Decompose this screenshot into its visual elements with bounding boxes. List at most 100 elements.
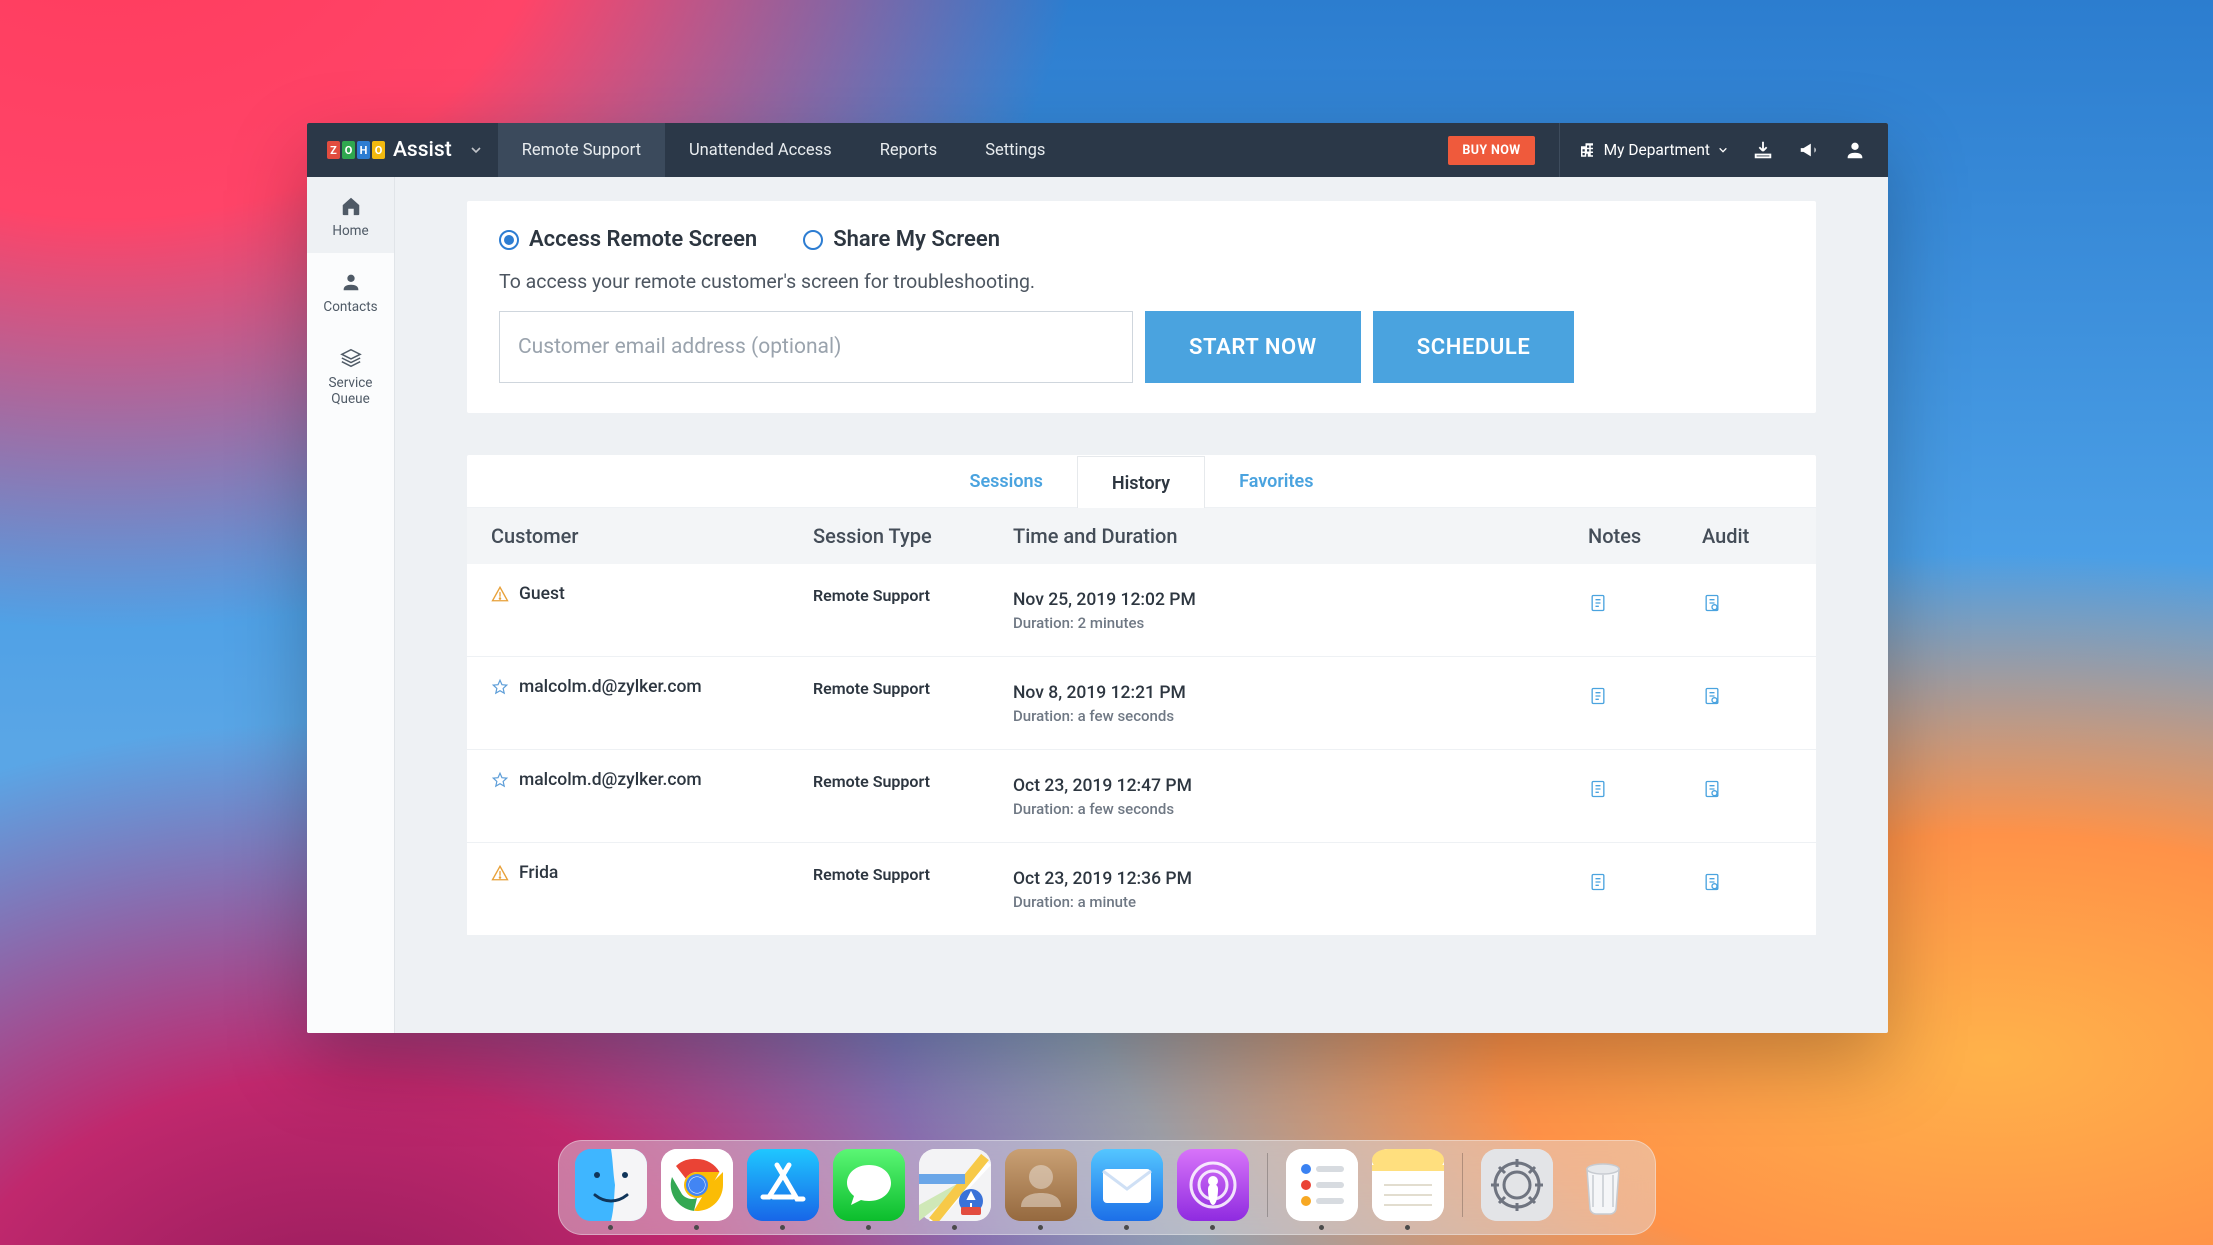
trash-icon <box>1567 1149 1639 1221</box>
topnav-right: BUY NOW My Department <box>1448 123 1888 177</box>
megaphone-icon[interactable] <box>1798 139 1820 161</box>
dock-app-maps[interactable] <box>919 1149 991 1230</box>
mode-radio-group: Access Remote Screen Share My Screen <box>499 227 1784 252</box>
tab-favorites[interactable]: Favorites <box>1205 455 1347 507</box>
main-content: Access Remote Screen Share My Screen To … <box>395 177 1888 1033</box>
customer-name: malcolm.d@zylker.com <box>519 677 702 697</box>
audit-cell <box>1702 584 1792 614</box>
audit-icon[interactable] <box>1702 778 1722 800</box>
access-card: Access Remote Screen Share My Screen To … <box>467 201 1816 413</box>
running-indicator <box>608 1225 613 1230</box>
contacts-icon <box>1005 1149 1077 1221</box>
dock-app-appstore[interactable] <box>747 1149 819 1230</box>
table-row[interactable]: malcolm.d@zylker.comRemote SupportOct 23… <box>467 750 1816 843</box>
customer-name: Frida <box>519 863 558 883</box>
col-notes: Notes <box>1588 524 1702 548</box>
app-window: Z O H O Assist Remote Support Unattended… <box>307 123 1888 1033</box>
audit-icon[interactable] <box>1702 592 1722 614</box>
sidebar-item-label: Home <box>332 223 368 239</box>
dock-app-trash[interactable] <box>1567 1149 1639 1230</box>
schedule-button[interactable]: SCHEDULE <box>1373 311 1575 383</box>
notes-icon[interactable] <box>1588 871 1608 893</box>
download-icon[interactable] <box>1752 139 1774 161</box>
notes-icon[interactable] <box>1588 592 1608 614</box>
radio-on-icon <box>499 230 519 250</box>
customer-name: Guest <box>519 584 565 604</box>
nav-tab-remote-support[interactable]: Remote Support <box>498 123 665 177</box>
appstore-icon <box>747 1149 819 1221</box>
dock-app-podcasts[interactable] <box>1177 1149 1249 1230</box>
finder-icon <box>575 1149 647 1221</box>
session-type-cell: Remote Support <box>813 770 1013 791</box>
session-time: Nov 8, 2019 12:21 PM <box>1013 683 1588 703</box>
stack-icon <box>340 347 362 369</box>
dock-app-finder[interactable] <box>575 1149 647 1230</box>
notes-icon[interactable] <box>1588 685 1608 707</box>
sidebar-item-contacts[interactable]: Contacts <box>307 253 394 329</box>
chrome-icon <box>661 1149 733 1221</box>
start-now-button[interactable]: START NOW <box>1145 311 1361 383</box>
macos-dock <box>558 1140 1656 1235</box>
dock-app-messages[interactable] <box>833 1149 905 1230</box>
department-selector[interactable]: My Department <box>1559 123 1728 177</box>
building-icon <box>1578 141 1596 159</box>
audit-cell <box>1702 863 1792 893</box>
audit-icon[interactable] <box>1702 871 1722 893</box>
radio-label: Share My Screen <box>833 227 1000 252</box>
mail-icon <box>1091 1149 1163 1221</box>
session-duration: Duration: a minute <box>1013 893 1588 911</box>
sidebar-item-home[interactable]: Home <box>307 177 394 253</box>
audit-cell <box>1702 770 1792 800</box>
tab-sessions[interactable]: Sessions <box>936 455 1077 507</box>
running-indicator <box>952 1225 957 1230</box>
notes-cell <box>1588 770 1702 800</box>
notes-cell <box>1588 584 1702 614</box>
star-icon[interactable] <box>491 771 509 789</box>
chevron-down-icon[interactable] <box>470 144 482 156</box>
time-cell: Oct 23, 2019 12:47 PMDuration: a few sec… <box>1013 770 1588 818</box>
notes-cell <box>1588 863 1702 893</box>
zoho-logo-icon: Z O H O <box>327 141 385 159</box>
dock-app-notes[interactable] <box>1372 1149 1444 1230</box>
audit-icon[interactable] <box>1702 685 1722 707</box>
notes-icon[interactable] <box>1588 778 1608 800</box>
dock-separator <box>1462 1153 1463 1217</box>
home-icon <box>340 195 362 217</box>
running-indicator <box>1319 1225 1324 1230</box>
dock-app-chrome[interactable] <box>661 1149 733 1230</box>
session-time: Nov 25, 2019 12:02 PM <box>1013 590 1588 610</box>
radio-share-screen[interactable]: Share My Screen <box>803 227 1000 252</box>
podcasts-icon <box>1177 1149 1249 1221</box>
radio-off-icon <box>803 230 823 250</box>
nav-tab-unattended-access[interactable]: Unattended Access <box>665 123 856 177</box>
nav-tab-settings[interactable]: Settings <box>961 123 1069 177</box>
radio-access-remote[interactable]: Access Remote Screen <box>499 227 757 252</box>
notes-icon <box>1372 1149 1444 1221</box>
table-row[interactable]: FridaRemote SupportOct 23, 2019 12:36 PM… <box>467 843 1816 936</box>
table-row[interactable]: malcolm.d@zylker.com Remote SupportNov 8,… <box>467 657 1816 750</box>
running-indicator <box>1210 1225 1215 1230</box>
running-indicator <box>1600 1225 1605 1230</box>
customer-cell: malcolm.d@zylker.com <box>491 770 813 790</box>
customer-cell: malcolm.d@zylker.com <box>491 677 813 697</box>
tab-history[interactable]: History <box>1077 456 1205 508</box>
table-row[interactable]: GuestRemote SupportNov 25, 2019 12:02 PM… <box>467 564 1816 657</box>
nav-tab-reports[interactable]: Reports <box>856 123 962 177</box>
buy-now-button[interactable]: BUY NOW <box>1448 136 1534 165</box>
user-icon[interactable] <box>1844 139 1866 161</box>
brand-logo[interactable]: Z O H O Assist <box>307 138 498 162</box>
customer-email-input[interactable] <box>499 311 1133 383</box>
dock-app-mail[interactable] <box>1091 1149 1163 1230</box>
session-duration: Duration: 2 minutes <box>1013 614 1588 632</box>
dock-app-settings[interactable] <box>1481 1149 1553 1230</box>
topnav: Z O H O Assist Remote Support Unattended… <box>307 123 1888 177</box>
sidebar-item-service-queue[interactable]: Service Queue <box>307 329 394 421</box>
col-type: Session Type <box>813 524 1013 548</box>
star-icon[interactable] <box>491 678 509 696</box>
brand-name: Assist <box>393 138 452 162</box>
customer-cell: Frida <box>491 863 813 883</box>
session-duration: Duration: a few seconds <box>1013 800 1588 818</box>
session-type-cell: Remote Support <box>813 677 1013 698</box>
dock-app-contacts[interactable] <box>1005 1149 1077 1230</box>
dock-app-reminders[interactable] <box>1286 1149 1358 1230</box>
